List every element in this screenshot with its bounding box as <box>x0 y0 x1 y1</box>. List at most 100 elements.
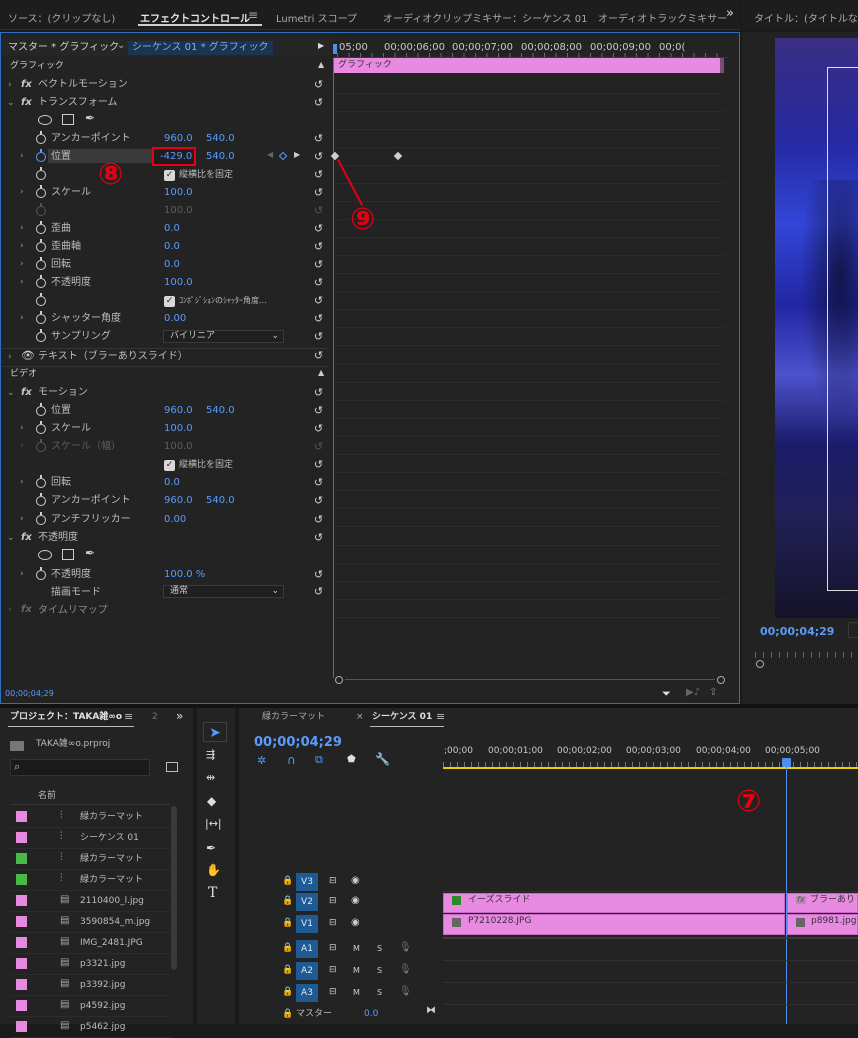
label-color-swatch[interactable] <box>16 979 27 990</box>
solo-track-button[interactable]: S <box>377 989 382 997</box>
work-area-bar[interactable] <box>443 767 858 769</box>
reset-icon[interactable]: ↺ <box>313 532 324 543</box>
reset-icon[interactable]: ↺ <box>313 313 324 324</box>
timeline-playhead-handle[interactable] <box>782 758 791 767</box>
reset-icon[interactable]: ↺ <box>313 495 324 506</box>
snap-magnet-icon[interactable]: ∩ <box>287 754 296 766</box>
pen-tool-icon[interactable]: ✒ <box>206 842 216 854</box>
stopwatch-icon[interactable] <box>36 403 46 416</box>
play-audio-icon[interactable]: ▶♪ <box>686 688 700 698</box>
rotation-value[interactable]: 0.0 <box>164 260 180 270</box>
track-visibility-eye-icon[interactable]: ◉ <box>351 918 360 928</box>
sync-lock-icon[interactable]: ⊟ <box>329 966 337 975</box>
video-rotation-value[interactable]: 0.0 <box>164 478 180 488</box>
track-target-v1[interactable]: V1 <box>296 915 318 933</box>
project-list-item[interactable]: ▤ 3590854_m.jpg <box>10 913 170 933</box>
tab-lumetri-scopes[interactable]: Lumetri スコープ <box>276 10 357 25</box>
hand-tool-icon[interactable]: ✋ <box>206 864 221 876</box>
expand-chevron-icon[interactable]: › <box>8 80 12 90</box>
reset-icon[interactable]: ↺ <box>313 79 324 90</box>
pen-mask-icon[interactable]: ✒ <box>85 112 95 124</box>
ripple-edit-tool-icon[interactable]: ⇹ <box>206 772 215 783</box>
label-color-swatch[interactable] <box>16 1021 27 1032</box>
track-target-a1[interactable]: A1 <box>296 940 318 958</box>
reset-icon[interactable]: ↺ <box>313 387 324 398</box>
project-list-item[interactable]: ⫶ 緑カラーマット <box>10 850 170 870</box>
export-icon[interactable]: ⇪ <box>709 688 717 698</box>
expand-chevron-icon[interactable]: › <box>20 477 24 487</box>
reset-icon[interactable]: ↺ <box>313 405 324 416</box>
track-target-a2[interactable]: A2 <box>296 962 318 980</box>
label-color-swatch[interactable] <box>16 895 27 906</box>
uniform-scale-checkbox[interactable]: ✓ <box>164 170 175 181</box>
slip-tool-icon[interactable]: |↔| <box>205 818 222 829</box>
filter-icon[interactable]: ⏷ <box>662 688 671 699</box>
video-position-x-value[interactable]: 960.0 <box>164 406 193 416</box>
track-target-v2[interactable]: V2 <box>296 893 318 911</box>
fx-icon[interactable]: fx <box>21 79 32 90</box>
effect-controls-menu-icon[interactable]: ≡ <box>248 8 258 22</box>
project-scrollbar[interactable] <box>171 806 177 970</box>
next-keyframe-icon[interactable]: ▶ <box>294 151 300 159</box>
sync-lock-icon[interactable]: ⊟ <box>329 988 337 997</box>
label-color-swatch[interactable] <box>16 832 27 843</box>
stopwatch-icon[interactable] <box>36 221 46 234</box>
label-color-swatch[interactable] <box>16 916 27 927</box>
reset-icon[interactable]: ↺ <box>313 223 324 234</box>
master-clip-label[interactable]: マスター * グラフィック <box>8 43 119 53</box>
sync-lock-icon[interactable]: ⊟ <box>329 919 337 928</box>
reset-icon[interactable]: ↺ <box>313 569 324 580</box>
project-list-item[interactable]: ▤ p5462.jpg <box>10 1018 170 1038</box>
track-lock-icon[interactable]: 🔒 <box>282 944 293 953</box>
expand-chevron-icon[interactable]: › <box>20 223 24 233</box>
reset-icon[interactable]: ↺ <box>313 350 324 361</box>
column-header-name[interactable]: 名前 <box>38 792 56 801</box>
anchor-point-x-value[interactable]: 960.0 <box>164 134 193 144</box>
mute-track-button[interactable]: M <box>353 967 360 975</box>
timeline-menu-icon[interactable]: ≡ <box>436 711 445 722</box>
reset-icon[interactable]: ↺ <box>313 331 324 342</box>
fx-icon[interactable]: fx <box>21 387 32 398</box>
solo-track-button[interactable]: S <box>377 967 382 975</box>
reset-icon[interactable]: ↺ <box>313 277 324 288</box>
stopwatch-icon[interactable] <box>36 475 46 488</box>
label-color-swatch[interactable] <box>16 937 27 948</box>
label-color-swatch[interactable] <box>16 1000 27 1011</box>
shutter-angle-value[interactable]: 0.00 <box>164 314 186 324</box>
stopwatch-icon[interactable] <box>36 275 46 288</box>
stopwatch-icon[interactable] <box>36 131 46 144</box>
timeline-settings-wrench-icon[interactable]: 🔧 <box>375 753 390 765</box>
project-list-item[interactable]: ⫶ 緑カラーマット <box>10 871 170 891</box>
stopwatch-active-icon[interactable] <box>36 149 46 162</box>
collapse-chevron-icon[interactable]: ⌄ <box>7 533 15 543</box>
video-anchor-y-value[interactable]: 540.0 <box>206 496 235 506</box>
track-lock-icon[interactable]: 🔒 <box>282 897 293 906</box>
label-color-swatch[interactable] <box>16 958 27 969</box>
sync-lock-icon[interactable]: ⊟ <box>329 897 337 906</box>
reset-icon[interactable]: ↺ <box>313 259 324 270</box>
stopwatch-icon[interactable] <box>36 167 46 180</box>
track-target-v3[interactable]: V3 <box>296 873 318 891</box>
expand-chevron-icon[interactable]: › <box>20 277 24 287</box>
program-scrub-bar[interactable] <box>755 652 858 658</box>
master-dropdown-chevron-icon[interactable]: ⌄ <box>117 41 125 51</box>
voice-over-mic-icon[interactable]: 🎙 <box>399 965 412 975</box>
label-color-swatch[interactable] <box>16 874 27 885</box>
tab-source[interactable]: ソース：(クリップなし) <box>8 10 115 25</box>
selection-tool-icon[interactable]: ➤ <box>203 722 227 742</box>
tab-audio-track-mixer[interactable]: オーディオトラックミキサー <box>598 10 727 25</box>
type-tool-icon[interactable]: T <box>208 886 217 900</box>
reset-icon[interactable]: ↺ <box>313 241 324 252</box>
project-menu-icon[interactable]: ≡ <box>124 711 133 722</box>
stopwatch-icon[interactable] <box>36 311 46 324</box>
video-anchor-x-value[interactable]: 960.0 <box>164 496 193 506</box>
timeline-timecode[interactable]: 00;00;04;29 <box>254 736 342 749</box>
stopwatch-icon[interactable] <box>36 567 46 580</box>
reset-icon[interactable]: ↺ <box>313 295 324 306</box>
sync-lock-icon[interactable]: ⊟ <box>329 877 337 886</box>
composition-shutter-checkbox[interactable]: ✓ <box>164 296 175 307</box>
expand-chevron-icon[interactable]: › <box>20 423 24 433</box>
tab-effect-controls[interactable]: エフェクトコントロール <box>140 10 250 25</box>
track-lock-icon[interactable]: 🔒 <box>282 988 293 997</box>
voice-over-mic-icon[interactable]: 🎙 <box>399 987 412 997</box>
